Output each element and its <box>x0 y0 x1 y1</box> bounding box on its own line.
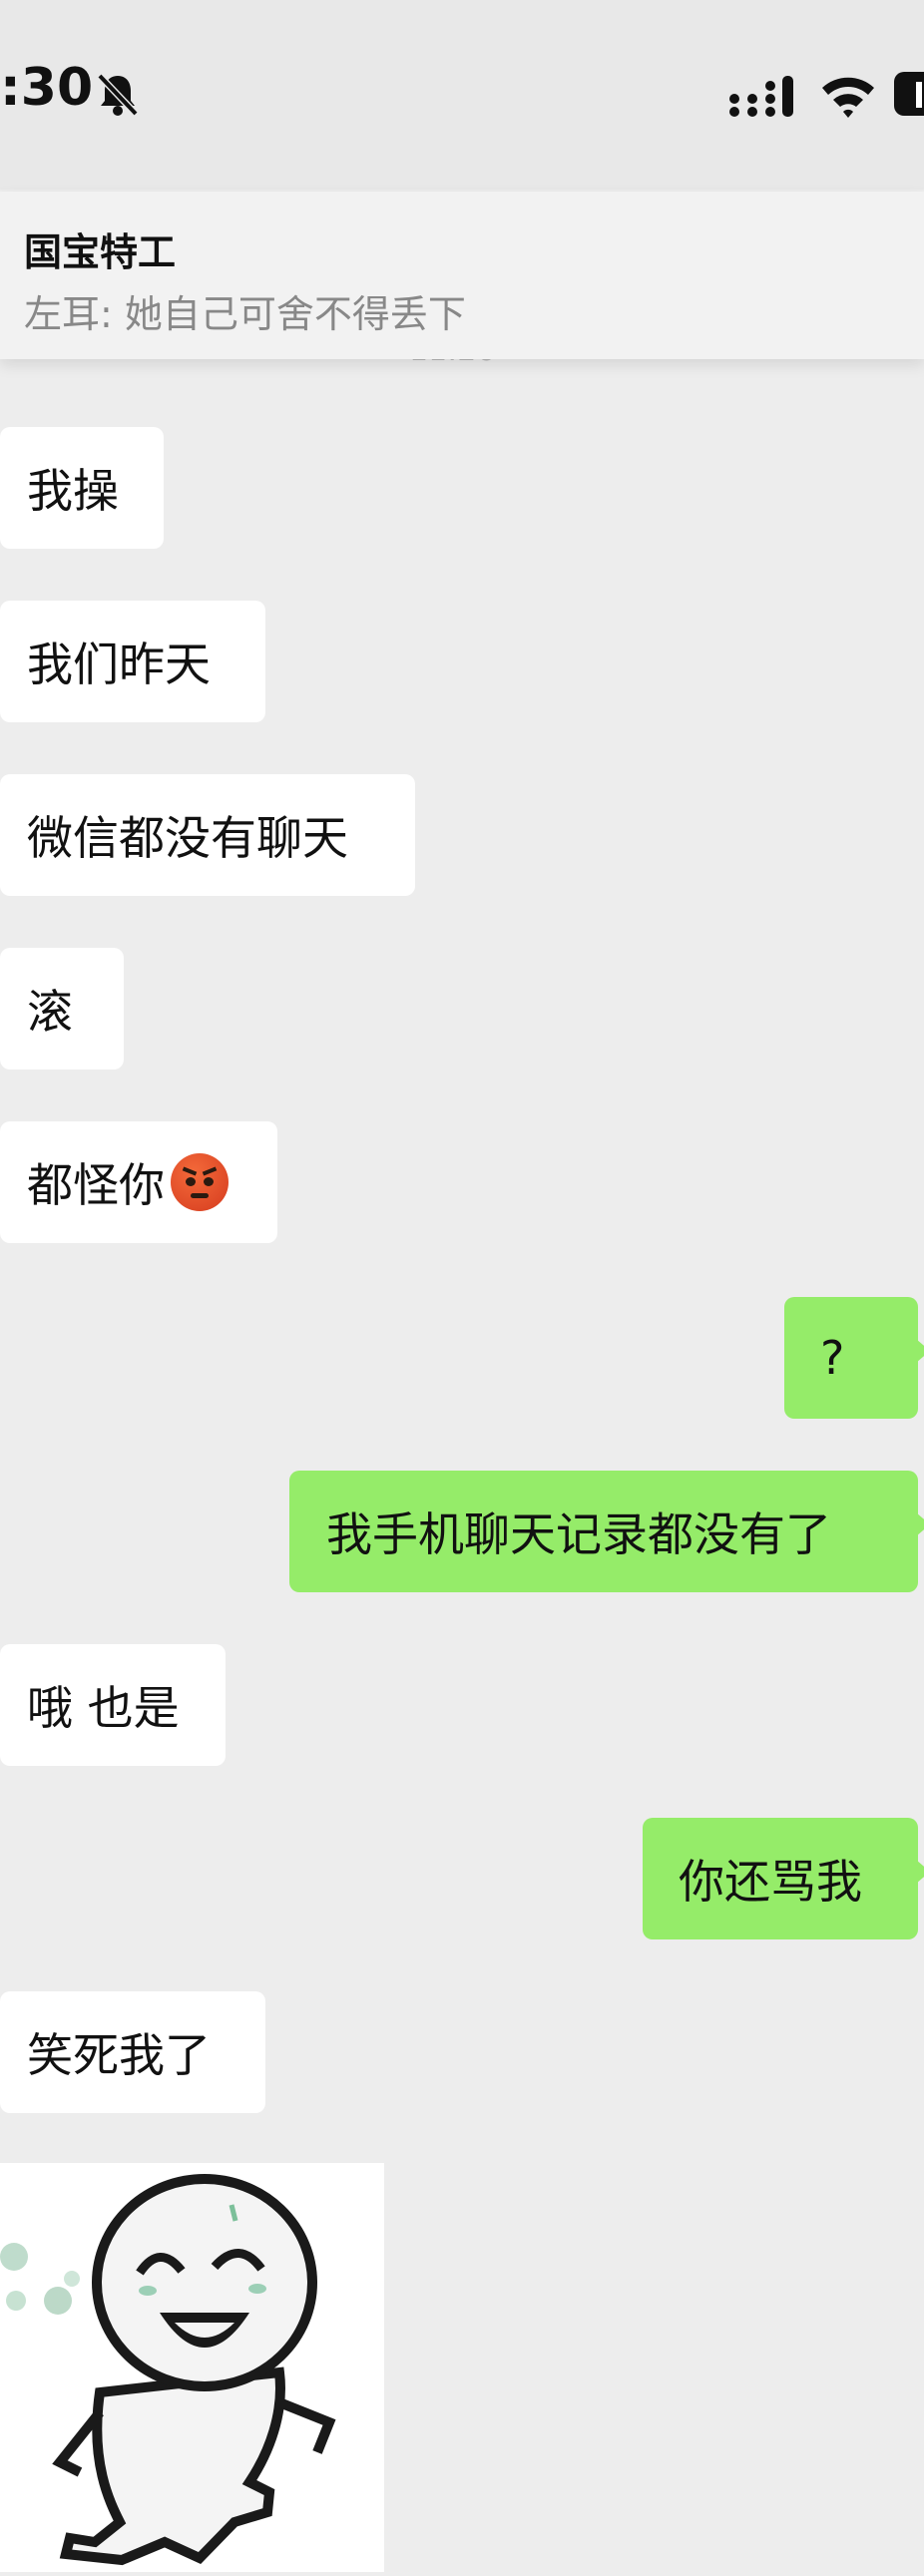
message-text: 我手机聊天记录都没有了 <box>326 1507 831 1561</box>
message-text: 滚 <box>27 985 73 1039</box>
bell-muted-icon <box>97 73 139 117</box>
notification-title: 国宝特工 <box>24 230 177 274</box>
message-text: 笑死我了 <box>27 2028 211 2082</box>
message-text: 我操 <box>27 464 119 518</box>
angry-face-icon <box>171 1153 229 1211</box>
message-bubble[interactable]: 我们昨天 <box>0 601 265 722</box>
message-bubble[interactable]: 滚 <box>0 948 124 1070</box>
sticker-image <box>0 2174 336 2566</box>
message-bubble[interactable]: 微信都没有聊天 <box>0 774 415 896</box>
status-time: :30 <box>0 58 94 118</box>
message-text: 哦 也是 <box>27 1681 180 1735</box>
battery-icon <box>894 72 924 116</box>
message-bubble[interactable]: 笑死我了 <box>0 1991 265 2113</box>
message-bubble[interactable]: 你还骂我 <box>643 1818 924 1939</box>
message-text: ? <box>820 1331 845 1385</box>
cellular-signal-icon <box>729 76 793 117</box>
notification-message: 左耳: 她自己可舍不得丢下 <box>24 292 466 336</box>
message-bubble[interactable]: 我操 <box>0 427 164 549</box>
message-text: 微信都没有聊天 <box>27 811 348 865</box>
message-bubble[interactable]: 都怪你 <box>0 1121 277 1243</box>
message-bubble[interactable]: 我手机聊天记录都没有了 <box>289 1471 924 1592</box>
message-bubble[interactable]: 哦 也是 <box>0 1644 226 1766</box>
message-text: 都怪你 <box>27 1158 165 1212</box>
wifi-icon <box>822 77 874 118</box>
laughing-ghost-sticker[interactable] <box>0 2163 384 2572</box>
message-bubble[interactable]: ? <box>784 1297 924 1419</box>
message-text: 你还骂我 <box>679 1855 862 1909</box>
message-text: 我们昨天 <box>27 638 211 691</box>
